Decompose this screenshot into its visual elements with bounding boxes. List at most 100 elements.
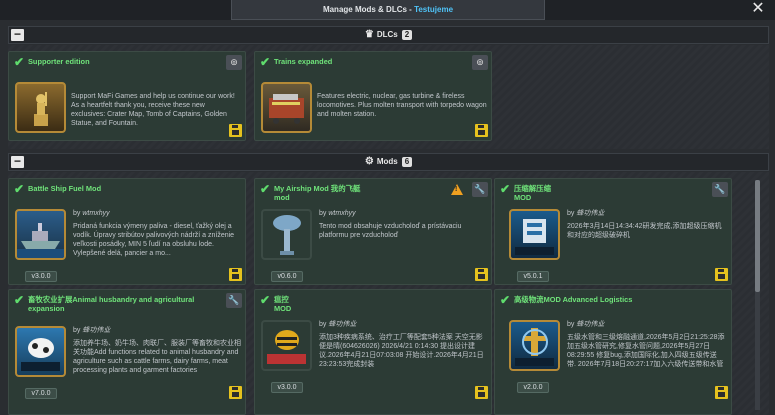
logistics-icon bbox=[515, 328, 554, 366]
dlcs-count-badge: 2 bbox=[401, 30, 413, 40]
mods-count-badge: 6 bbox=[401, 157, 413, 167]
dlc-icon: ♛ bbox=[364, 29, 374, 40]
golden-statue-icon bbox=[34, 92, 48, 126]
mod-description: 五级水管和三级熔融通道,2026年5月2日21:25:28添加五级水管研究,修复… bbox=[567, 334, 725, 368]
wrench-icon[interactable]: 🔧 bbox=[226, 293, 242, 308]
mod-title-text: 高级物流MOD Advanced Logistics bbox=[514, 295, 633, 304]
mod-subtitle: MOD bbox=[274, 304, 292, 313]
supporter-thumbnail bbox=[15, 82, 66, 133]
compression-thumbnail bbox=[509, 209, 560, 260]
mod-author: by wtmxhyy bbox=[73, 209, 110, 218]
battleship-icon bbox=[17, 223, 64, 258]
mod-description: Pridaná funkcia výmeny paliva - diesel, … bbox=[73, 223, 235, 257]
author-prefix: by bbox=[567, 210, 575, 217]
gear-icon: ⚙ bbox=[364, 156, 374, 167]
check-icon: ✔ bbox=[14, 182, 25, 196]
mod-title-text: 畜牧农业扩展Animal husbandry and agricultural … bbox=[28, 295, 195, 313]
save-icon[interactable] bbox=[229, 386, 242, 399]
dlc-title: Trains expanded bbox=[274, 57, 333, 66]
close-button[interactable]: ✕ bbox=[748, 0, 768, 20]
mod-title: 瘟控 MOD bbox=[274, 295, 291, 313]
cow-icon bbox=[21, 338, 60, 371]
compressor-icon bbox=[515, 219, 554, 255]
save-icon[interactable] bbox=[229, 124, 242, 137]
mod-description: 2026年3月14日14:34:42研发完成,添加超级压缩机和对应的超级破碎机 bbox=[567, 223, 722, 239]
window-title: Manage Mods & DLCs - Testujeme bbox=[231, 0, 545, 20]
mod-author: by 蜂功伟业 bbox=[567, 320, 604, 329]
author-name: 蜂功伟业 bbox=[82, 327, 111, 334]
mod-card-compression[interactable]: ✔ 压缩解压缩 MOD 🔧 by 蜂功伟业 2026年3月14日14:34:42研… bbox=[494, 178, 732, 285]
mod-card-airship[interactable]: ✔ My Airship Mod 我的飞艇 mod ! 🔧 by wtmxhyy … bbox=[254, 178, 492, 285]
author-name: wtmxhyy bbox=[328, 210, 356, 217]
mod-description: 添加3种疾病系统、治疗工厂等配套5种法案 天空无影便是晴(604626026) … bbox=[319, 334, 484, 368]
mod-title-text: Battle Ship Fuel Mod bbox=[28, 184, 102, 193]
mod-title: 畜牧农业扩展Animal husbandry and agricultural … bbox=[28, 295, 218, 313]
logistics-thumbnail bbox=[509, 320, 560, 371]
dlcs-title: ♛ DLCs 2 bbox=[9, 27, 768, 43]
mod-author: by 蜂功伟业 bbox=[319, 320, 356, 329]
trains-thumbnail bbox=[261, 82, 312, 133]
wrench-icon[interactable]: 🔧 bbox=[472, 182, 488, 197]
wrench-icon[interactable]: 🔧 bbox=[712, 182, 728, 197]
mod-subtitle: mod bbox=[274, 193, 290, 202]
save-icon[interactable] bbox=[475, 124, 488, 137]
dlc-description: Features electric, nuclear, gas turbine … bbox=[317, 93, 487, 118]
mod-card-husbandry[interactable]: ✔ 畜牧农业扩展Animal husbandry and agricultura… bbox=[8, 289, 246, 415]
check-icon: ✔ bbox=[500, 293, 511, 307]
save-icon[interactable] bbox=[475, 268, 488, 281]
mods-scrollbar-thumb[interactable] bbox=[755, 180, 760, 292]
save-icon[interactable] bbox=[229, 268, 242, 281]
dlc-card-supporter[interactable]: ✔ Supporter edition ⊚ Support MaFi Games… bbox=[8, 51, 246, 141]
dlc-title: Supporter edition bbox=[28, 57, 90, 66]
mod-subtitle: MOD bbox=[514, 193, 532, 202]
mod-card-plague[interactable]: ✔ 瘟控 MOD by 蜂功伟业 添加3种疾病系统、治疗工厂等配套5种法案 天空无… bbox=[254, 289, 492, 415]
mod-title-text: 瘟控 bbox=[274, 295, 289, 304]
mod-title-text: 压缩解压缩 bbox=[514, 184, 551, 193]
plague-thumbnail bbox=[261, 320, 312, 371]
mod-author: by 蜂功伟业 bbox=[73, 326, 110, 335]
mod-card-battleship[interactable]: ✔ Battle Ship Fuel Mod by wtmxhyy Pridan… bbox=[8, 178, 246, 285]
steam-icon[interactable]: ⊚ bbox=[472, 55, 488, 70]
author-prefix: by bbox=[73, 210, 81, 217]
author-name: 蜂功伟业 bbox=[328, 321, 357, 328]
husbandry-thumbnail bbox=[15, 326, 66, 377]
dlcs-body: ✔ Supporter edition ⊚ Support MaFi Games… bbox=[8, 45, 769, 149]
author-name: 蜂功伟业 bbox=[576, 210, 605, 217]
version-badge: v7.0.0 bbox=[25, 388, 57, 399]
locomotive-icon bbox=[269, 94, 304, 124]
mod-card-logistics[interactable]: ✔ 高级物流MOD Advanced Logistics by 蜂功伟业 五级水… bbox=[494, 289, 732, 415]
steam-icon[interactable]: ⊚ bbox=[226, 55, 242, 70]
mod-author: by wtmxhyy bbox=[319, 209, 356, 218]
mods-body: ✔ Battle Ship Fuel Mod by wtmxhyy Pridan… bbox=[8, 172, 769, 415]
title-separator: - bbox=[406, 5, 415, 14]
save-icon[interactable] bbox=[715, 386, 728, 399]
mod-title-text: My Airship Mod 我的飞艇 bbox=[274, 184, 361, 193]
mod-title: 高级物流MOD Advanced Logistics bbox=[514, 295, 632, 304]
author-prefix: by bbox=[567, 321, 575, 328]
warning-icon[interactable]: ! bbox=[451, 184, 463, 195]
save-icon[interactable] bbox=[715, 268, 728, 281]
mod-author: by 蜂功伟业 bbox=[567, 209, 604, 218]
version-badge: v2.0.0 bbox=[517, 382, 549, 393]
author-prefix: by bbox=[319, 210, 327, 217]
mod-title: Battle Ship Fuel Mod bbox=[28, 184, 101, 193]
mod-description: 添加养牛场、奶牛场、肉联厂、服装厂等畜牧和农业相关功能Add functions… bbox=[73, 340, 241, 374]
dlcs-section-header: − ♛ DLCs 2 bbox=[8, 26, 769, 44]
check-icon: ✔ bbox=[260, 182, 271, 196]
check-icon: ✔ bbox=[500, 182, 511, 196]
mod-title: 压缩解压缩 MOD bbox=[514, 184, 551, 202]
mods-title: ⚙ Mods 6 bbox=[9, 154, 768, 170]
version-badge: v0.6.0 bbox=[271, 271, 303, 282]
airship-icon bbox=[273, 215, 301, 255]
project-name: Testujeme bbox=[414, 5, 454, 14]
mod-title: My Airship Mod 我的飞艇 mod bbox=[274, 184, 360, 202]
save-icon[interactable] bbox=[475, 386, 488, 399]
dlc-card-trains[interactable]: ✔ Trains expanded ⊚ Features electric, n… bbox=[254, 51, 492, 141]
version-badge: v5.0.1 bbox=[517, 271, 549, 282]
author-prefix: by bbox=[319, 321, 327, 328]
author-name: wtmxhyy bbox=[82, 210, 110, 217]
check-icon: ✔ bbox=[14, 293, 25, 307]
battleship-thumbnail bbox=[15, 209, 66, 260]
dlcs-title-text: DLCs bbox=[376, 30, 398, 39]
author-name: 蜂功伟业 bbox=[576, 321, 605, 328]
